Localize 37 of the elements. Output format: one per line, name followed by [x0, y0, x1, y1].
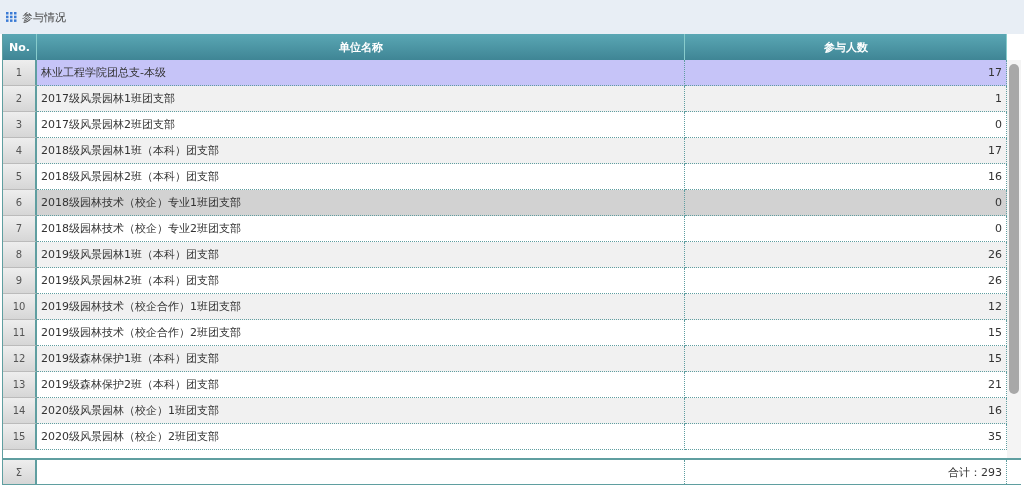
row-number: 4: [3, 138, 37, 164]
row-number: 12: [3, 346, 37, 372]
row-number: 5: [3, 164, 37, 190]
grid-icon: [6, 12, 17, 22]
table-row[interactable]: 12 2019级森林保护1班（本科）团支部 15: [3, 346, 1007, 372]
table-row[interactable]: 4 2018级风景园林1班（本科）团支部 17: [3, 138, 1007, 164]
row-number: 9: [3, 268, 37, 294]
total-cell: 合计：293: [685, 460, 1007, 484]
scrollbar[interactable]: [1007, 60, 1021, 458]
row-number: 13: [3, 372, 37, 398]
row-number: 6: [3, 190, 37, 216]
table-row[interactable]: 10 2019级园林技术（校企合作）1班团支部 12: [3, 294, 1007, 320]
row-number: 3: [3, 112, 37, 138]
table-row[interactable]: 5 2018级风景园林2班（本科）团支部 16: [3, 164, 1007, 190]
row-number: 7: [3, 216, 37, 242]
table-row[interactable]: 1 林业工程学院团总支-本级 17: [3, 60, 1007, 86]
sum-symbol: Σ: [3, 460, 37, 484]
table-row[interactable]: 13 2019级森林保护2班（本科）团支部 21: [3, 372, 1007, 398]
panel-title: 参与情况: [22, 9, 66, 25]
table-row[interactable]: 11 2019级园林技术（校企合作）2班团支部 15: [3, 320, 1007, 346]
table-row[interactable]: 8 2019级风景园林1班（本科）团支部 26: [3, 242, 1007, 268]
scrollbar-thumb[interactable]: [1009, 64, 1019, 394]
table-row[interactable]: 15 2020级风景园林（校企）2班团支部 35: [3, 424, 1007, 450]
table-row[interactable]: 6 2018级园林技术（校企）专业1班团支部 0: [3, 190, 1007, 216]
row-number: 1: [3, 60, 37, 86]
table-row[interactable]: 3 2017级风景园林2班团支部 0: [3, 112, 1007, 138]
table-row[interactable]: 7 2018级园林技术（校企）专业2班团支部 0: [3, 216, 1007, 242]
table-row[interactable]: 9 2019级风景园林2班（本科）团支部 26: [3, 268, 1007, 294]
table-row[interactable]: 2 2017级风景园林1班团支部 1: [3, 86, 1007, 112]
row-number: 10: [3, 294, 37, 320]
row-number: 11: [3, 320, 37, 346]
table-row[interactable]: 14 2020级风景园林（校企）1班团支部 16: [3, 398, 1007, 424]
row-number: 2: [3, 86, 37, 112]
row-number: 15: [3, 424, 37, 450]
row-number: 8: [3, 242, 37, 268]
row-number: 14: [3, 398, 37, 424]
table-cell: 2020级风景园林（校企）2班团支部: [37, 424, 685, 450]
